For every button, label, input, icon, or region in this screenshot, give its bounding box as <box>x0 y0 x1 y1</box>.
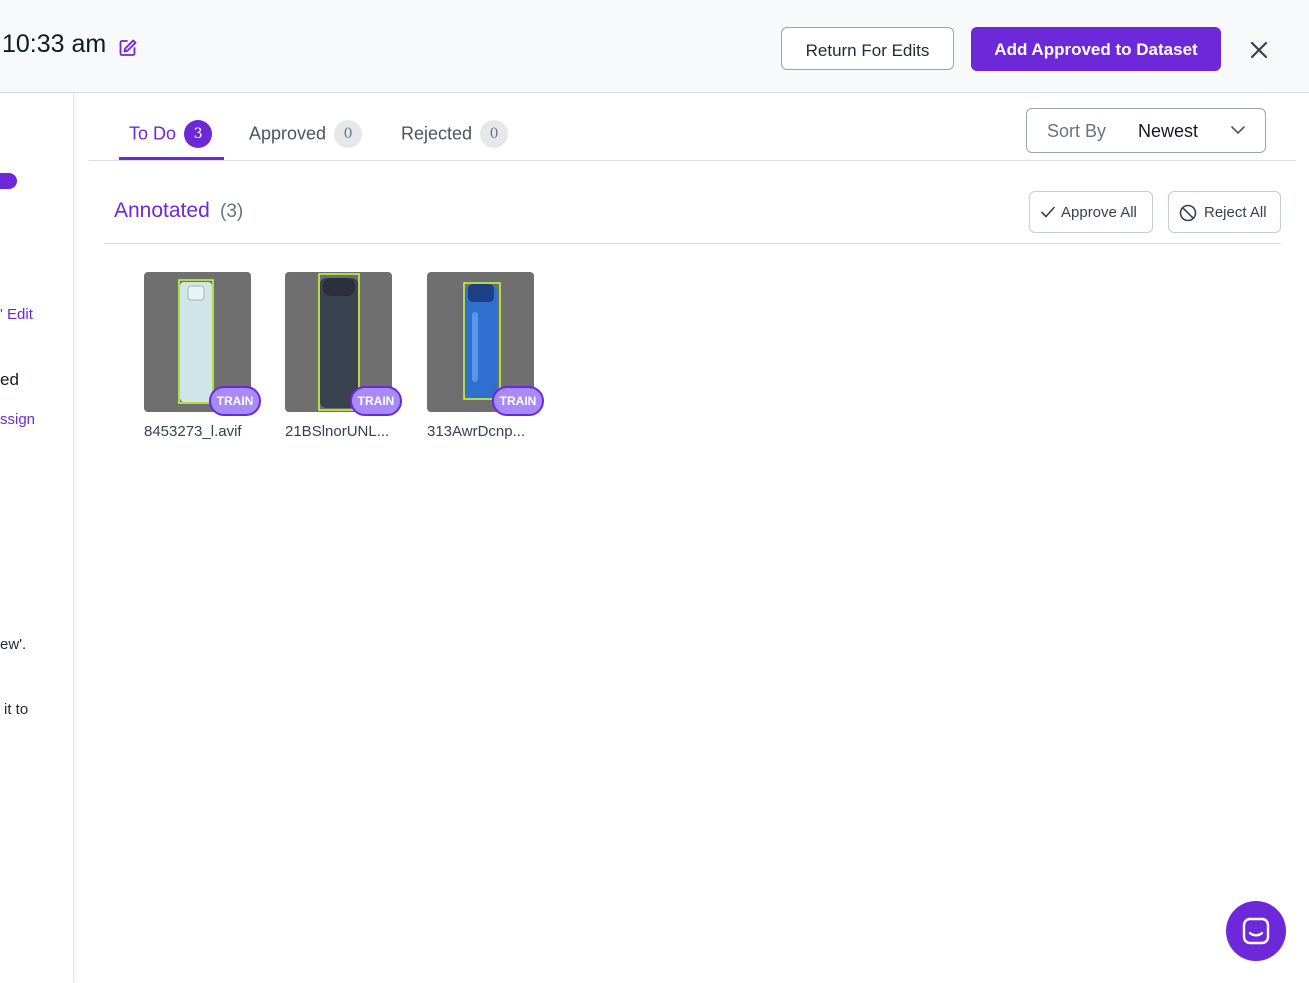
image-thumbnail: TRAIN <box>427 272 544 416</box>
section-divider <box>104 243 1281 244</box>
chevron-down-icon <box>1231 126 1245 134</box>
return-for-edits-button[interactable]: Return For Edits <box>781 27 954 70</box>
split-tag-badge: TRAIN <box>350 386 402 416</box>
tab-to-do[interactable]: To Do 3 <box>129 120 213 160</box>
top-bar: 10:33 am Return For Edits Add Approved t… <box>0 0 1309 93</box>
panel-toggle[interactable] <box>0 173 17 189</box>
image-card[interactable]: TRAIN 8453273_l.avif <box>144 272 261 440</box>
sidebar-status-text: ed <box>0 370 19 389</box>
tab-label: Approved <box>249 123 327 144</box>
section-count: (3) <box>220 201 244 222</box>
chat-launcher-button[interactable] <box>1226 901 1286 961</box>
image-thumbnail: TRAIN <box>285 272 402 416</box>
image-filename: 313AwrDcnp... <box>427 423 526 440</box>
edit-title-icon[interactable] <box>118 38 138 58</box>
sort-label: Sort By <box>1047 121 1107 141</box>
tab-count-badge: 3 <box>184 120 213 148</box>
reject-all-button[interactable]: Reject All <box>1168 191 1281 233</box>
image-card[interactable]: TRAIN 313AwrDcnp... <box>427 272 544 440</box>
sidebar-assign-link[interactable]: ssign <box>0 411 35 428</box>
active-tab-indicator <box>119 157 224 160</box>
image-filename: 8453273_l.avif <box>144 423 242 440</box>
tab-label: Rejected <box>401 123 473 144</box>
close-icon[interactable] <box>1248 39 1270 61</box>
image-card[interactable]: TRAIN 21BSlnorUNL... <box>285 272 402 440</box>
approve-all-label: Approve All <box>1061 204 1137 221</box>
approve-all-button[interactable]: Approve All <box>1029 191 1153 233</box>
sort-dropdown[interactable]: Sort By Newest <box>1026 108 1266 153</box>
tab-count-badge: 0 <box>480 120 509 148</box>
add-approved-to-dataset-button[interactable]: Add Approved to Dataset <box>971 27 1221 71</box>
sidebar-info-text-2: it to <box>4 701 29 718</box>
check-icon <box>1041 206 1055 218</box>
section-title: Annotated <box>114 199 210 222</box>
image-filename: 21BSlnorUNL... <box>285 423 390 440</box>
sidebar-info-text: ew'. <box>0 636 27 653</box>
tab-approved[interactable]: Approved 0 <box>249 120 363 160</box>
chat-icon <box>1242 917 1270 945</box>
split-tag-badge: TRAIN <box>209 386 261 416</box>
split-tag-badge: TRAIN <box>492 386 544 416</box>
image-thumbnail: TRAIN <box>144 272 261 416</box>
tab-count-badge: 0 <box>334 120 363 148</box>
tabs-divider <box>89 160 1296 161</box>
left-panel <box>0 93 74 983</box>
sort-value: Newest <box>1138 121 1199 141</box>
page-title: 10:33 am <box>2 30 107 58</box>
block-icon <box>1179 204 1197 222</box>
tab-label: To Do <box>129 123 177 144</box>
reject-all-label: Reject All <box>1204 204 1267 221</box>
sidebar-edit-link[interactable]: ' Edit <box>0 306 33 323</box>
tab-rejected[interactable]: Rejected 0 <box>401 120 509 160</box>
